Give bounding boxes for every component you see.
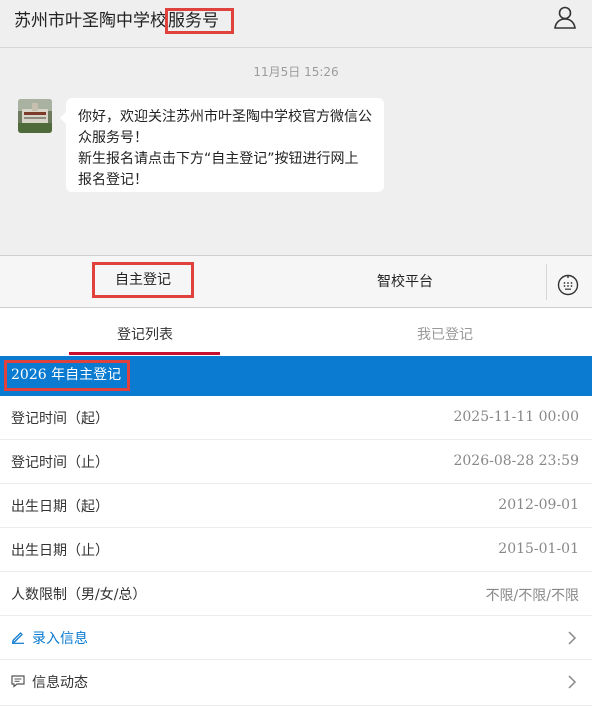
active-tab-indicator — [69, 352, 220, 355]
message-icon — [11, 675, 25, 688]
row-value: 2025-11-11 00:00 — [453, 409, 579, 425]
info-row-quota: 人数限制（男/女/总） 不限/不限/不限 — [0, 572, 592, 616]
news-label: 信息动态 — [32, 675, 88, 691]
welcome-message-bubble: 你好，欢迎关注苏州市叶圣陶中学校官方微信公 众服务号！ 新生报名请点击下方“自主… — [60, 98, 384, 192]
chat-panel: 苏州市叶圣陶中学校服务号 11月5日 15:26 你好，欢迎关注苏州市叶圣陶中学… — [0, 0, 592, 308]
row-value: 2026-08-28 23:59 — [453, 453, 579, 469]
row-label: 登记时间（起） — [11, 411, 109, 427]
row-value: 2015-01-01 — [498, 541, 579, 557]
info-row-birth-end: 出生日期（止） 2015-01-01 — [0, 528, 592, 572]
tab-my-registration[interactable]: 我已登记 — [417, 324, 473, 344]
registration-tabs: 登记列表 我已登记 — [0, 308, 592, 356]
row-label: 出生日期（起） — [11, 499, 109, 515]
chevron-right-icon — [568, 631, 577, 645]
message-line: 众服务号！ — [78, 130, 148, 146]
info-row-register-end: 登记时间（止） 2026-08-28 23:59 — [0, 440, 592, 484]
enter-info-label: 录入信息 — [32, 631, 88, 647]
row-label: 出生日期（止） — [11, 543, 109, 559]
news-button[interactable]: 信息动态 — [0, 660, 592, 706]
row-value: 2012-09-01 — [498, 497, 579, 513]
info-row-birth-start: 出生日期（起） 2012-09-01 — [0, 484, 592, 528]
title-bar: 苏州市叶圣陶中学校服务号 — [0, 0, 592, 40]
title-main: 苏州市叶圣陶中学校 — [14, 11, 167, 31]
menu-divider — [546, 264, 547, 300]
school-avatar[interactable] — [18, 99, 52, 133]
keyboard-toggle-icon[interactable] — [557, 274, 579, 296]
section-header: 2026 年自主登记 — [0, 356, 592, 396]
header-divider — [0, 47, 592, 48]
smart-school-menu-button[interactable]: 智校平台 — [300, 256, 510, 308]
chat-timestamp: 11月5日 15:26 — [253, 65, 339, 79]
row-label: 人数限制（男/女/总） — [11, 587, 147, 603]
chevron-right-icon — [568, 675, 577, 689]
user-profile-icon[interactable] — [552, 4, 578, 30]
tab-registration-list[interactable]: 登记列表 — [117, 324, 173, 344]
row-label: 登记时间（止） — [11, 455, 109, 471]
title-highlight: 服务号 — [165, 8, 234, 34]
row-value: 不限/不限/不限 — [485, 588, 579, 604]
bottom-menu-bar: 自主登记 智校平台 — [0, 255, 592, 308]
self-register-menu-button[interactable]: 自主登记 — [92, 262, 194, 298]
message-line: 你好，欢迎关注苏州市叶圣陶中学校官方微信公 — [78, 109, 372, 125]
edit-icon — [12, 632, 24, 644]
page-title: 苏州市叶圣陶中学校服务号 — [14, 6, 234, 34]
message-line: 新生报名请点击下方“自主登记”按钮进行网上 — [78, 151, 359, 167]
message-line: 报名登记！ — [78, 172, 148, 188]
enter-info-button[interactable]: 录入信息 — [0, 616, 592, 660]
section-title: 2026 年自主登记 — [4, 360, 130, 391]
info-row-register-start: 登记时间（起） 2025-11-11 00:00 — [0, 396, 592, 440]
